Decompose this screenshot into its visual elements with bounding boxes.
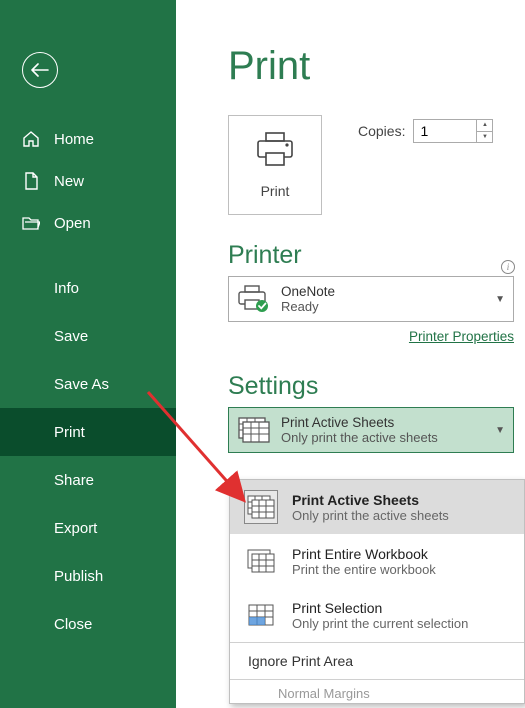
option-sub: Only print the current selection xyxy=(292,616,468,631)
copies-label: Copies: xyxy=(358,123,405,139)
workbook-icon xyxy=(244,544,278,578)
print-what-popup: Print Active Sheets Only print the activ… xyxy=(229,479,525,704)
option-ignore-print-area[interactable]: Ignore Print Area xyxy=(230,643,524,679)
nav-print[interactable]: Print xyxy=(0,408,176,456)
margins-cut-label: Normal Margins xyxy=(230,680,524,703)
back-button[interactable] xyxy=(22,52,58,88)
option-active-sheets[interactable]: Print Active Sheets Only print the activ… xyxy=(230,480,524,534)
active-sheets-icon xyxy=(244,490,278,524)
printer-name: OneNote xyxy=(281,284,485,299)
option-sub: Print the entire workbook xyxy=(292,562,436,577)
nav-label: Open xyxy=(54,215,91,232)
nav-label: New xyxy=(54,173,84,190)
nav-save[interactable]: Save xyxy=(0,312,176,360)
nav-close[interactable]: Close xyxy=(0,600,176,648)
nav-new[interactable]: New xyxy=(0,160,176,202)
dropdown-title: Print Active Sheets xyxy=(281,415,485,430)
selection-icon xyxy=(244,598,278,632)
home-icon xyxy=(22,130,40,148)
page-title: Print xyxy=(228,44,525,89)
dropdown-sub: Only print the active sheets xyxy=(281,430,485,445)
printer-dropdown[interactable]: OneNote Ready ▼ xyxy=(228,276,514,322)
printer-ready-icon xyxy=(237,285,271,313)
option-title: Print Selection xyxy=(292,600,468,616)
option-title: Print Active Sheets xyxy=(292,492,449,508)
nav-save-as[interactable]: Save As xyxy=(0,360,176,408)
copies-input[interactable] xyxy=(414,123,470,139)
new-icon xyxy=(22,172,40,190)
chevron-down-icon: ▼ xyxy=(495,425,505,436)
option-title: Print Entire Workbook xyxy=(292,546,436,562)
nav-share[interactable]: Share xyxy=(0,456,176,504)
option-sub: Only print the active sheets xyxy=(292,508,449,523)
printer-status: Ready xyxy=(281,299,485,314)
option-entire-workbook[interactable]: Print Entire Workbook Print the entire w… xyxy=(230,534,524,588)
nav-info[interactable]: Info xyxy=(0,264,176,312)
backstage-sidebar: Home New Open Info Save Save As Print Sh… xyxy=(0,0,176,708)
settings-heading: Settings xyxy=(228,372,525,401)
nav-home[interactable]: Home xyxy=(0,118,176,160)
printer-properties-link[interactable]: Printer Properties xyxy=(409,329,514,344)
nav-publish[interactable]: Publish xyxy=(0,552,176,600)
printer-heading: Printer xyxy=(228,241,525,270)
printer-icon xyxy=(254,131,296,169)
nav-open[interactable]: Open xyxy=(0,202,176,244)
info-icon[interactable]: i xyxy=(501,260,515,274)
option-selection[interactable]: Print Selection Only print the current s… xyxy=(230,588,524,642)
spin-up[interactable]: ▲ xyxy=(477,120,492,132)
open-icon xyxy=(22,214,40,232)
nav-export[interactable]: Export xyxy=(0,504,176,552)
print-button[interactable]: Print xyxy=(228,115,322,215)
active-sheets-icon xyxy=(237,416,271,444)
print-button-label: Print xyxy=(261,183,290,199)
spin-down[interactable]: ▼ xyxy=(477,132,492,143)
chevron-down-icon: ▼ xyxy=(495,294,505,305)
print-what-dropdown[interactable]: Print Active Sheets Only print the activ… xyxy=(228,407,514,453)
nav-label: Home xyxy=(54,131,94,148)
copies-spinner[interactable]: ▲ ▼ xyxy=(413,119,493,143)
